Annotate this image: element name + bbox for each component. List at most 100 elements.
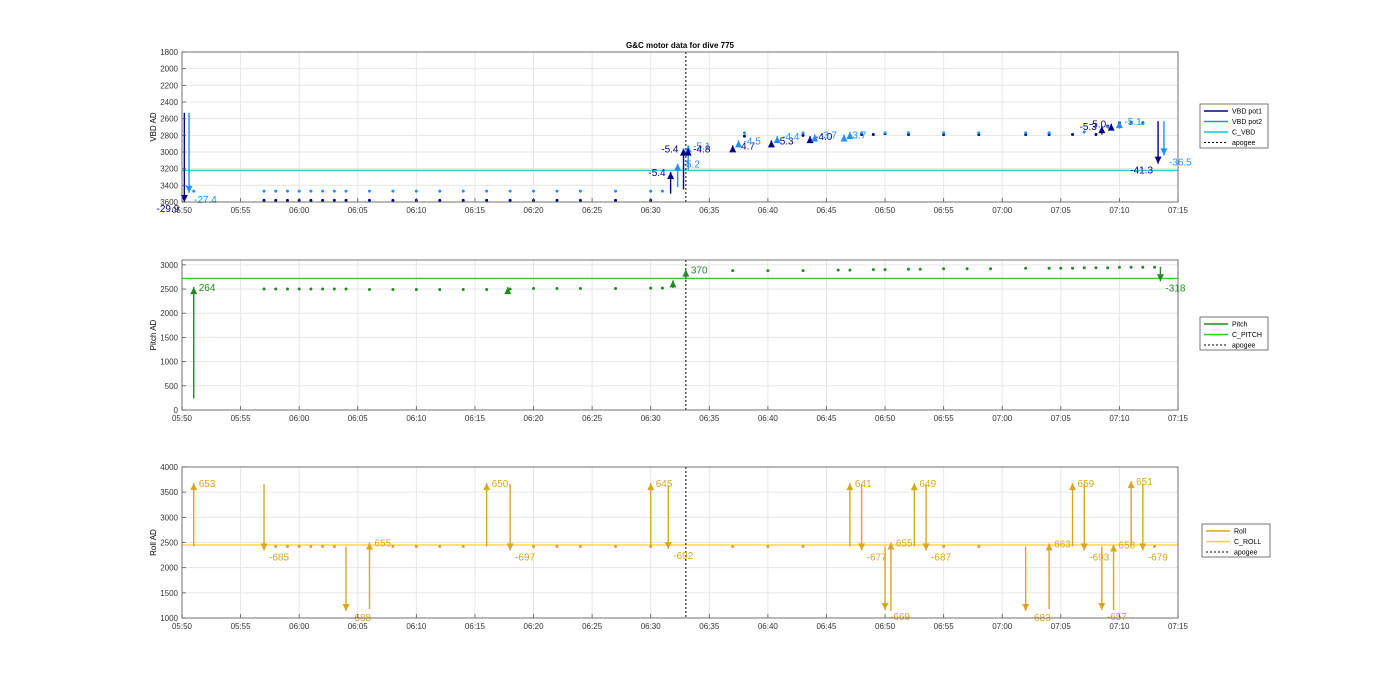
data-point <box>555 198 559 202</box>
y-tick-label: 2500 <box>160 285 178 294</box>
move-label: -697 <box>515 553 535 564</box>
x-tick-label: 05:55 <box>231 622 252 631</box>
x-tick-label: 06:05 <box>348 622 369 631</box>
data-point <box>532 287 536 291</box>
y-tick-label: 3500 <box>160 488 178 497</box>
x-tick-label: 06:10 <box>406 206 427 215</box>
y-axis-label: Pitch AD <box>149 319 158 350</box>
data-point <box>414 545 418 549</box>
data-point <box>1071 133 1075 136</box>
y-tick-label: 2500 <box>160 539 178 548</box>
data-point <box>532 189 536 193</box>
move-label: -693 <box>1089 553 1109 564</box>
data-point <box>906 131 910 135</box>
x-tick-label: 07:10 <box>1109 206 1130 215</box>
move-label: -5.1 <box>1124 117 1142 128</box>
data-point <box>836 268 840 272</box>
data-point <box>508 198 512 202</box>
data-point <box>614 198 618 202</box>
move-label: -4.5 <box>744 136 762 147</box>
legend-label: Roll <box>1234 529 1247 536</box>
y-tick-label: 3400 <box>160 181 178 190</box>
data-point <box>321 287 325 291</box>
data-point <box>801 269 805 273</box>
y-tick-label: 1500 <box>160 333 178 342</box>
data-point <box>297 287 301 291</box>
x-tick-label: 06:15 <box>465 206 486 215</box>
data-point <box>906 267 910 271</box>
x-tick-label: 06:50 <box>875 414 896 423</box>
x-tick-label: 06:55 <box>934 414 955 423</box>
data-point <box>801 131 805 135</box>
y-tick-label: 2400 <box>160 98 178 107</box>
data-point <box>578 189 582 193</box>
panel-3: 653-685-688655650-697645-692641-677-6696… <box>149 463 1271 631</box>
figure: G&C motor data for dive 775 -29.9 -27.4 -5… <box>0 0 1400 693</box>
data-point <box>438 198 442 202</box>
move-label: 650 <box>492 479 509 490</box>
legend: Roll C_ROLLapogee <box>1201 523 1271 558</box>
legend-label: apogee <box>1232 140 1255 147</box>
y-tick-label: 1500 <box>160 589 178 598</box>
x-tick-label: 05:55 <box>231 414 252 423</box>
x-tick-label: 07:10 <box>1109 622 1130 631</box>
x-tick-label: 07:05 <box>1051 206 1072 215</box>
y-axis-label: Roll AD <box>149 529 158 556</box>
data-point <box>1082 266 1086 270</box>
chart-canvas: G&C motor data for dive 775 -29.9-27.4-5… <box>149 41 1271 631</box>
x-tick-label: 05:55 <box>231 206 252 215</box>
data-point <box>332 189 336 193</box>
x-tick-label: 05:50 <box>172 622 193 631</box>
data-point <box>414 288 418 292</box>
figure-title: G&C motor data for dive 775 <box>626 41 735 50</box>
x-tick-label: 06:30 <box>641 414 662 423</box>
data-point <box>1141 122 1145 126</box>
data-point <box>649 286 653 290</box>
data-point <box>766 545 770 549</box>
data-point <box>391 545 395 549</box>
data-point <box>285 545 289 549</box>
move-label: -5.0 <box>1089 120 1107 131</box>
data-point <box>942 545 946 549</box>
legend-label: C_ROLL <box>1234 539 1261 546</box>
move-label: -27.4 <box>194 195 217 206</box>
data-point <box>391 288 395 292</box>
x-tick-label: 07:05 <box>1051 414 1072 423</box>
x-tick-label: 06:55 <box>934 622 955 631</box>
data-point <box>977 545 981 549</box>
move-label: -3.7 <box>820 131 838 142</box>
move-label: 653 <box>199 479 216 490</box>
x-tick-label: 07:15 <box>1168 414 1189 423</box>
x-tick-label: 06:00 <box>289 206 310 215</box>
x-tick-label: 07:15 <box>1168 206 1189 215</box>
data-point <box>309 545 313 549</box>
data-point <box>344 198 348 202</box>
move-label: 659 <box>1078 479 1095 490</box>
data-point <box>332 287 336 291</box>
data-point <box>731 269 735 273</box>
data-point <box>883 131 887 135</box>
data-point <box>414 189 418 193</box>
data-point <box>367 198 371 202</box>
x-tick-label: 06:45 <box>816 206 837 215</box>
x-tick-label: 07:15 <box>1168 622 1189 631</box>
data-point <box>848 268 852 272</box>
x-tick-label: 06:45 <box>816 414 837 423</box>
legend-label: apogee <box>1234 550 1257 557</box>
move-label: -5.2 <box>683 160 701 171</box>
x-tick-label: 06:15 <box>465 622 486 631</box>
move-label: -5.4 <box>661 145 679 156</box>
data-point <box>485 189 489 193</box>
y-tick-label: 3600 <box>160 198 178 207</box>
move-label: 641 <box>855 479 872 490</box>
data-point <box>649 189 653 193</box>
data-point <box>871 133 875 136</box>
data-point <box>309 198 313 202</box>
x-tick-label: 06:30 <box>641 206 662 215</box>
x-tick-label: 06:25 <box>582 414 603 423</box>
legend-label: VBD pot2 <box>1232 119 1262 126</box>
data-point <box>344 189 348 193</box>
move-label: -679 <box>1148 553 1168 564</box>
y-tick-label: 2000 <box>160 564 178 573</box>
data-point <box>438 545 442 549</box>
